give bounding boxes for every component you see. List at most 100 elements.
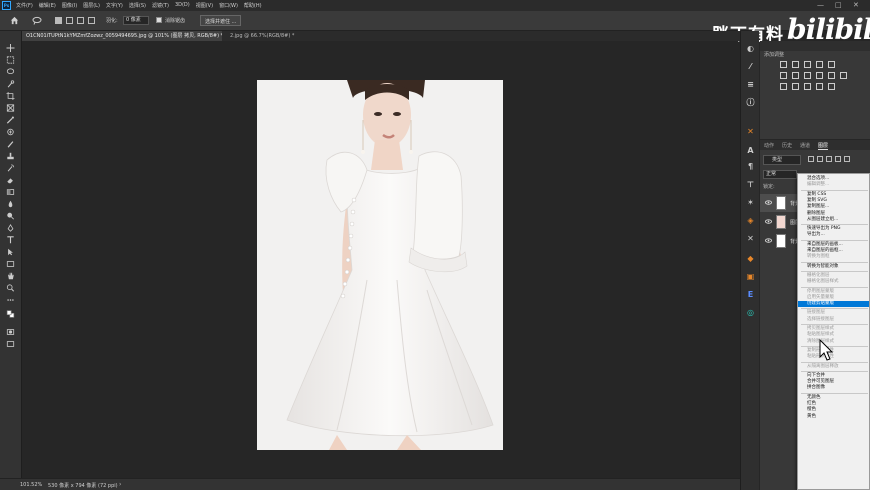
info-icon[interactable]: ⓘ: [745, 97, 756, 108]
vibrance-icon[interactable]: [828, 61, 835, 68]
threshold-icon[interactable]: [804, 83, 811, 90]
path-select-tool-icon[interactable]: [4, 247, 16, 256]
screen-mode-icon[interactable]: [4, 339, 16, 348]
new-selection-icon[interactable]: [55, 17, 62, 24]
context-menu-item[interactable]: 导出为...: [798, 232, 869, 238]
clone-source-icon[interactable]: ⊤: [745, 179, 756, 190]
channel-mixer-icon[interactable]: [828, 72, 835, 79]
hue-saturation-icon[interactable]: [780, 72, 787, 79]
context-menu-item[interactable]: 复制 SVG: [798, 198, 869, 204]
blend-mode-select[interactable]: 正常: [763, 170, 797, 179]
antialias-checkbox[interactable]: [156, 17, 162, 23]
subtract-selection-icon[interactable]: [77, 17, 84, 24]
curves-icon[interactable]: [804, 61, 811, 68]
context-menu-item[interactable]: 复制 CSS: [798, 192, 869, 198]
type-tool-icon[interactable]: [4, 235, 16, 244]
context-menu-item[interactable]: 向下合并: [798, 373, 869, 379]
feather-input[interactable]: 0 像素: [123, 16, 149, 25]
lasso-tool-icon[interactable]: [4, 67, 16, 76]
context-menu-item[interactable]: 橙色: [798, 407, 869, 413]
close-icon[interactable]: ✕: [853, 1, 859, 9]
menu-item[interactable]: 3D(D): [175, 2, 190, 9]
eyedropper-tool-icon[interactable]: [4, 115, 16, 124]
selective-color-icon[interactable]: [828, 83, 835, 90]
eraser-tool-icon[interactable]: [4, 175, 16, 184]
menu-item[interactable]: 图像(I): [62, 2, 77, 9]
history-brush-tool-icon[interactable]: [4, 163, 16, 172]
zoom-tool-icon[interactable]: [4, 283, 16, 292]
minimize-icon[interactable]: —: [817, 1, 824, 9]
smart-object-filter-icon[interactable]: [844, 156, 850, 162]
color-lookup-icon[interactable]: [840, 72, 847, 79]
photo-filter-icon[interactable]: [816, 72, 823, 79]
shape-tool-icon[interactable]: [4, 259, 16, 268]
tab-layers[interactable]: 图层: [818, 142, 829, 150]
tab-second-document[interactable]: 2.jpg @ 66.7%(RGB/8#) *: [226, 31, 316, 41]
dodge-tool-icon[interactable]: [4, 211, 16, 220]
menu-item[interactable]: 视图(V): [196, 2, 213, 9]
plugin-x-icon[interactable]: ✕: [745, 126, 756, 137]
tab-actions[interactable]: 动作: [764, 142, 774, 149]
zoom-level[interactable]: 101.52%: [20, 482, 42, 488]
context-menu-item[interactable]: 无颜色: [798, 395, 869, 401]
add-selection-icon[interactable]: [66, 17, 73, 24]
menu-item[interactable]: 选择(S): [129, 2, 146, 9]
menu-item[interactable]: 窗口(W): [219, 2, 238, 9]
menu-item[interactable]: 滤镜(T): [152, 2, 169, 9]
type-filter-icon[interactable]: [826, 156, 832, 162]
menu-item[interactable]: 图层(L): [83, 2, 100, 9]
levels-icon[interactable]: [792, 61, 799, 68]
color-swatches-icon[interactable]: [4, 309, 16, 318]
pen-tool-icon[interactable]: [4, 223, 16, 232]
properties-icon[interactable]: ≡: [745, 79, 756, 90]
blur-tool-icon[interactable]: [4, 199, 16, 208]
intersect-selection-icon[interactable]: [88, 17, 95, 24]
plugin-circle-icon[interactable]: ◎: [745, 307, 756, 318]
adjustments-icon[interactable]: ◐: [745, 43, 756, 54]
plugin-cube-icon[interactable]: ◈: [745, 215, 756, 226]
black-white-icon[interactable]: [804, 72, 811, 79]
pixel-filter-icon[interactable]: [808, 156, 814, 162]
status-menu-arrow[interactable]: ›: [119, 481, 121, 488]
posterize-icon[interactable]: [792, 83, 799, 90]
brightness-icon[interactable]: [780, 61, 787, 68]
brush-settings-icon[interactable]: ⁄: [745, 61, 756, 72]
stamp-tool-icon[interactable]: [4, 151, 16, 160]
maximize-icon[interactable]: □: [835, 1, 842, 9]
eye-icon[interactable]: [765, 200, 772, 205]
glyph-icon[interactable]: ✶: [745, 197, 756, 208]
adjustment-filter-icon[interactable]: [817, 156, 823, 162]
frame-tool-icon[interactable]: [4, 103, 16, 112]
close-plugin-icon[interactable]: ✕: [745, 233, 756, 244]
context-menu-item[interactable]: 创建剪贴蒙版: [798, 301, 869, 308]
context-menu-item[interactable]: 复制图层...: [798, 204, 869, 210]
more-tools-icon[interactable]: [4, 295, 16, 304]
gradient-map-icon[interactable]: [816, 83, 823, 90]
paragraph-icon[interactable]: ¶: [745, 161, 756, 172]
tab-channels[interactable]: 通道: [800, 142, 810, 149]
context-menu-item[interactable]: 黄色: [798, 414, 869, 420]
marquee-tool-icon[interactable]: [4, 55, 16, 64]
quick-select-tool-icon[interactable]: [4, 79, 16, 88]
layer-filter-select[interactable]: 类型: [763, 155, 801, 165]
tab-history[interactable]: 历史: [782, 142, 792, 149]
hand-tool-icon[interactable]: [4, 271, 16, 280]
menu-item[interactable]: 文件(F): [16, 2, 33, 9]
context-menu-item[interactable]: 来自图层的画板...: [798, 242, 869, 248]
healing-tool-icon[interactable]: [4, 127, 16, 136]
menu-item[interactable]: 帮助(H): [244, 2, 262, 9]
context-menu-item[interactable]: 从图层建立组...: [798, 217, 869, 223]
invert-icon[interactable]: [780, 83, 787, 90]
context-menu-item[interactable]: 拼合图像: [798, 385, 869, 391]
menu-item[interactable]: 文字(Y): [106, 2, 123, 9]
lasso-tool-icon[interactable]: [32, 16, 42, 25]
plugin-layer-icon[interactable]: ▣: [745, 271, 756, 282]
crop-tool-icon[interactable]: [4, 91, 16, 100]
context-menu-item[interactable]: 转换为智能对象: [798, 264, 869, 270]
quick-mask-icon[interactable]: [4, 327, 16, 336]
color-balance-icon[interactable]: [792, 72, 799, 79]
menu-item[interactable]: 编辑(E): [39, 2, 56, 9]
eye-icon[interactable]: [765, 219, 772, 224]
select-and-mask-button[interactable]: 选择并遮住 ...: [200, 15, 242, 26]
gradient-tool-icon[interactable]: [4, 187, 16, 196]
